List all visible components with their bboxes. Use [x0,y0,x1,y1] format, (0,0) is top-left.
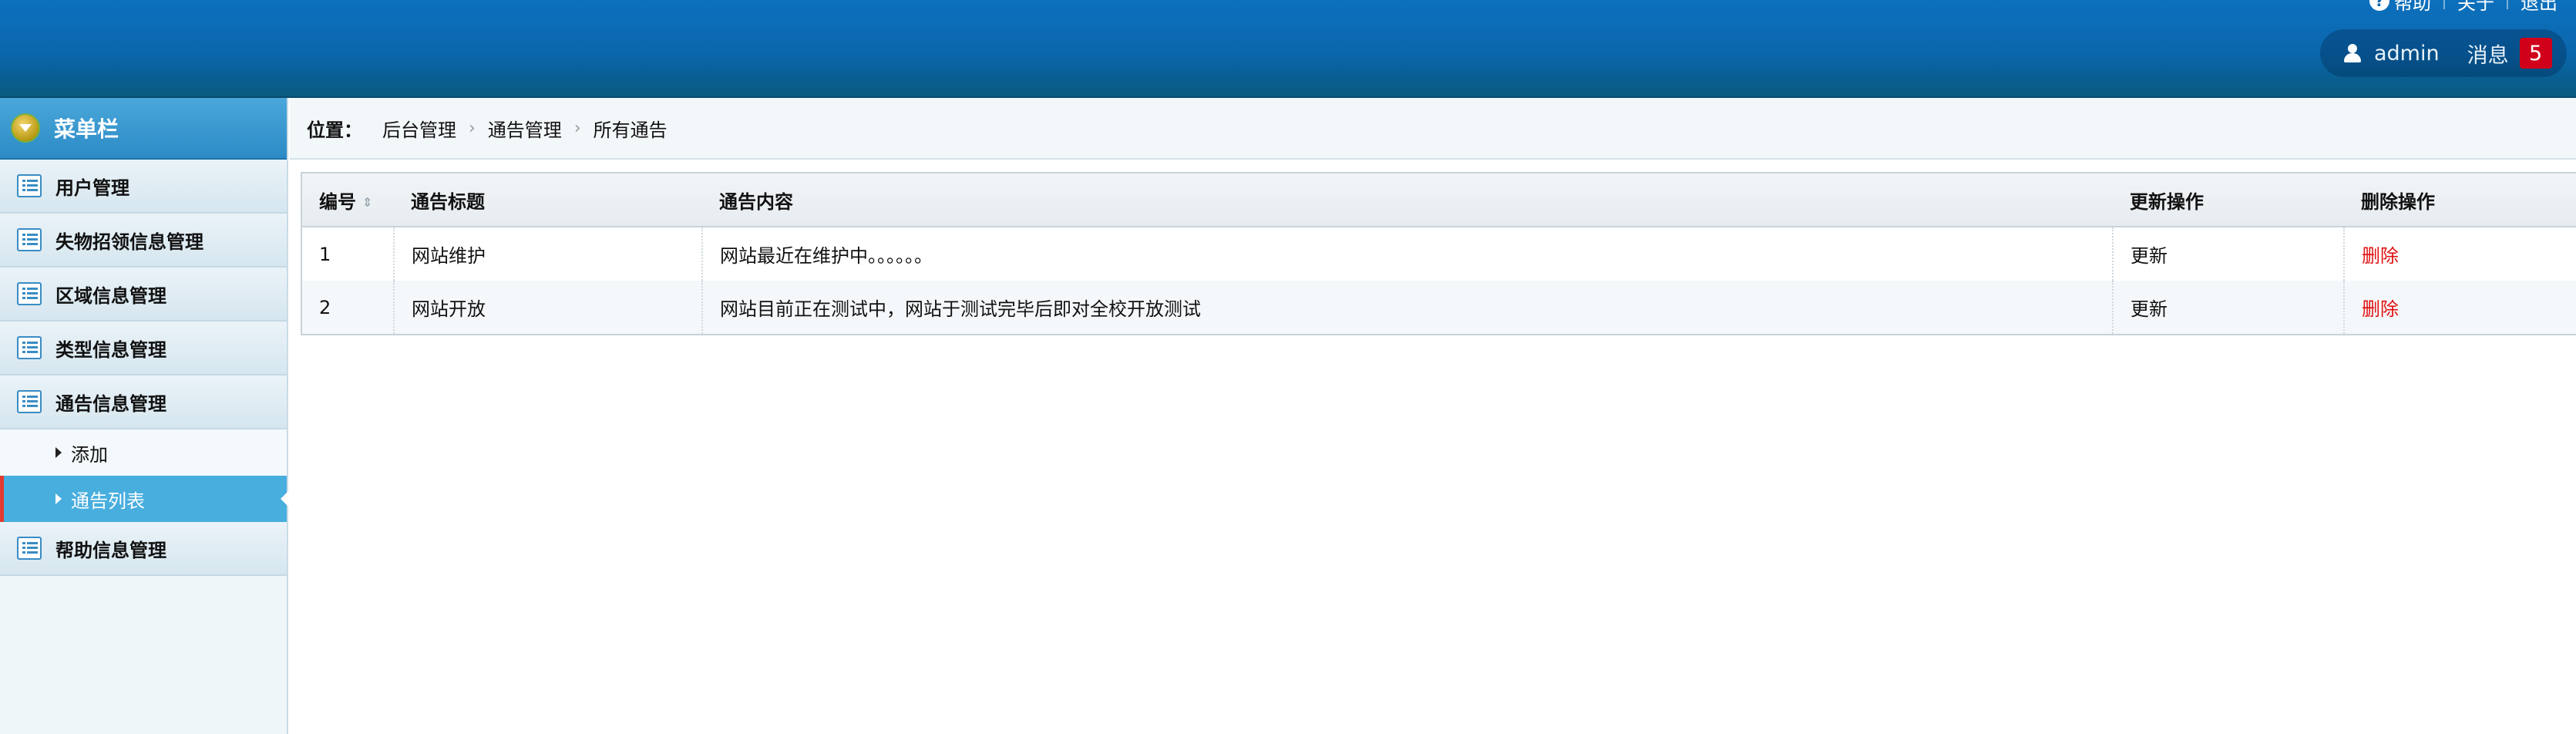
sidebar-group-user[interactable]: 用户管理 [0,160,287,214]
cell-content: 网站目前正在测试中，网站于测试完毕后即对全校开放测试 [702,281,2114,335]
help-link[interactable]: ? 帮助 [2369,0,2431,15]
list-icon [17,228,42,251]
caret-right-icon [55,447,62,458]
messages-count-badge[interactable]: 5 [2519,38,2552,69]
link-divider [2443,0,2445,9]
col-header-content: 通告内容 [702,172,2113,227]
menu-header[interactable]: 菜单栏 [0,98,287,160]
list-icon [17,537,42,560]
user-icon [2342,42,2363,64]
cell-id: 2 [301,281,395,335]
col-header-update: 更新操作 [2113,172,2344,227]
sidebar-item-notice-list[interactable]: 通告列表 [0,476,288,522]
sidebar-group-label: 用户管理 [55,177,129,199]
breadcrumb-item[interactable]: 通告管理 [488,115,562,142]
delete-link[interactable]: 删除 [2344,281,2576,335]
list-icon [17,390,42,413]
sidebar-item-add[interactable]: 添加 [0,429,287,476]
breadcrumb-item: 所有通告 [593,119,668,141]
top-links: ? 帮助 关于 退出 [2369,0,2558,15]
messages-link[interactable]: 消息 [2467,39,2509,69]
logout-link[interactable]: 退出 [2521,0,2558,15]
update-link[interactable]: 更新 [2113,227,2345,281]
cell-content: 网站最近在维护中。。。。。。 [702,227,2114,281]
notice-table-container: 编号 ⇕ 通告标题 通告内容 更新操作 删除操作 1 网站维护 网站最近在维护中。… [301,172,2576,335]
breadcrumb-label: 位置： [307,119,362,141]
sidebar-group-help[interactable]: 帮助信息管理 [0,522,287,576]
list-icon [17,282,42,305]
chevron-right-icon: › [573,118,581,138]
username[interactable]: admin [2374,42,2440,66]
sort-icon[interactable]: ⇕ [362,196,372,208]
cell-title: 网站开放 [394,281,703,335]
sidebar-group-label: 区域信息管理 [55,285,166,307]
sidebar-group-label: 通告信息管理 [55,392,166,415]
sidebar-item-label: 通告列表 [71,490,145,512]
menu-title: 菜单栏 [54,116,119,142]
sidebar: 菜单栏 用户管理 失物招领信息管理 区域信息管理 类型信息管理 通告信息管理 添… [0,98,288,734]
link-divider [2507,0,2508,9]
sidebar-group-label: 帮助信息管理 [55,539,166,561]
chevron-right-icon: › [469,118,476,138]
sidebar-group-type[interactable]: 类型信息管理 [0,322,287,375]
sidebar-group-label: 失物招领信息管理 [55,231,203,253]
update-link[interactable]: 更新 [2113,281,2345,335]
list-icon [17,174,42,197]
sidebar-group-label: 类型信息管理 [55,338,166,361]
main-content: 位置： 后台管理 › 通告管理 › 所有通告 编号 ⇕ 通告标题 通告内容 更新操… [290,98,2576,734]
about-link[interactable]: 关于 [2457,0,2494,15]
sidebar-group-notice[interactable]: 通告信息管理 [0,375,287,429]
help-icon: ? [2369,0,2389,11]
notice-table: 编号 ⇕ 通告标题 通告内容 更新操作 删除操作 1 网站维护 网站最近在维护中。… [301,172,2576,335]
breadcrumb: 位置： 后台管理 › 通告管理 › 所有通告 [290,98,2576,160]
sidebar-group-lost-found[interactable]: 失物招领信息管理 [0,214,287,268]
sidebar-group-area[interactable]: 区域信息管理 [0,268,287,322]
col-header-id[interactable]: 编号 ⇕ [301,172,394,227]
cell-id: 1 [301,227,395,281]
top-header: ? 帮助 关于 退出 admin 消息 5 [0,0,2576,98]
collapse-icon [11,113,40,143]
user-panel: admin 消息 5 [2320,29,2567,77]
help-label: 帮助 [2394,0,2431,14]
col-header-title: 通告标题 [394,172,702,227]
cell-title: 网站维护 [394,227,703,281]
table-row: 1 网站维护 网站最近在维护中。。。。。。 更新 删除 [301,227,2576,281]
col-header-delete: 删除操作 [2344,172,2576,227]
breadcrumb-item[interactable]: 后台管理 [382,115,456,142]
list-icon [17,336,42,359]
table-header-row: 编号 ⇕ 通告标题 通告内容 更新操作 删除操作 [301,172,2576,227]
delete-link[interactable]: 删除 [2344,227,2576,281]
caret-right-icon [55,493,62,504]
table-row: 2 网站开放 网站目前正在测试中，网站于测试完毕后即对全校开放测试 更新 删除 [301,281,2576,335]
sidebar-item-label: 添加 [71,443,108,466]
